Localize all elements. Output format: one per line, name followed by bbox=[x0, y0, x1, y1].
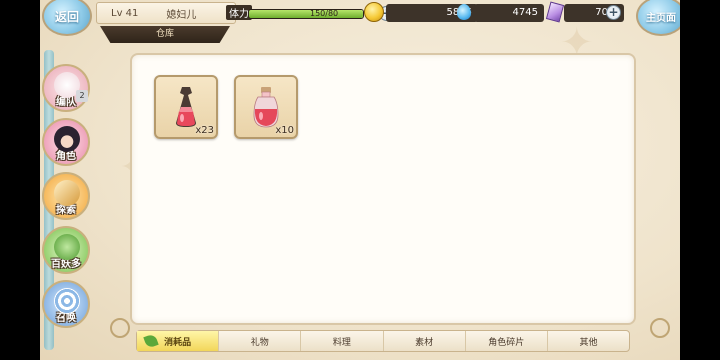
top-bar: 返回 Lv 41 媳妇儿 仓库 体力 150/80 + 5865 4745 70… bbox=[40, 0, 680, 43]
player-info: Lv 41 媳妇儿 bbox=[96, 2, 236, 24]
item-quantity: x10 bbox=[275, 125, 294, 136]
gold-coin-icon bbox=[364, 2, 384, 22]
inventory-slot[interactable]: x23 bbox=[154, 75, 218, 139]
sidebar-item-team[interactable]: 2 编队 bbox=[42, 64, 90, 112]
ticket-plus-icon[interactable]: + bbox=[606, 5, 621, 20]
tab-other[interactable]: 其他 bbox=[548, 331, 629, 351]
category-tabs: 消耗品 礼物 料理 素材 角色碎片 其他 bbox=[136, 330, 630, 352]
tab-label: 其他 bbox=[579, 337, 598, 348]
tab-materials[interactable]: 素材 bbox=[384, 331, 466, 351]
blue-gem-icon bbox=[457, 4, 471, 20]
gem-amount: 4745 bbox=[474, 4, 544, 22]
sidebar-item-explore[interactable]: 探索 bbox=[42, 172, 90, 220]
stamina-bar bbox=[248, 9, 364, 19]
sidebar-item-yokai[interactable]: 百妖多 bbox=[42, 226, 90, 274]
team-count-badge: 2 bbox=[76, 90, 88, 102]
home-button[interactable]: 主页面 bbox=[636, 0, 680, 36]
tab-label: 料理 bbox=[332, 337, 351, 348]
summon-swirl-icon bbox=[54, 288, 80, 314]
explore-map-icon bbox=[54, 180, 80, 206]
tab-character-shards[interactable]: 角色碎片 bbox=[466, 331, 548, 351]
tab-gifts[interactable]: 礼物 bbox=[219, 331, 302, 351]
game-screen: ✦ ✦ ✦ 返回 Lv 41 媳妇儿 仓库 体力 150/80 + 5865 4… bbox=[40, 0, 680, 360]
player-level: Lv 41 bbox=[111, 7, 139, 19]
corner-ornament-icon bbox=[110, 318, 130, 338]
corner-ornament-icon bbox=[650, 318, 670, 338]
back-button[interactable]: 返回 bbox=[42, 0, 92, 36]
red-potion-jar-icon bbox=[253, 87, 279, 128]
sidebar-item-summon[interactable]: 召唤 bbox=[42, 280, 90, 328]
screen-title: 仓库 bbox=[100, 26, 230, 43]
yokai-tent-icon bbox=[54, 234, 80, 260]
tab-label: 消耗品 bbox=[164, 337, 192, 348]
inventory-slot[interactable]: x10 bbox=[234, 75, 298, 139]
tab-label: 角色碎片 bbox=[488, 337, 525, 348]
back-button-label: 返回 bbox=[54, 9, 79, 24]
home-button-label: 主页面 bbox=[646, 12, 676, 24]
tab-label: 素材 bbox=[415, 337, 434, 348]
tab-consumables[interactable]: 消耗品 bbox=[137, 331, 220, 351]
player-name: 媳妇儿 bbox=[166, 9, 197, 21]
character-portrait-icon bbox=[54, 126, 80, 152]
tab-cooking[interactable]: 料理 bbox=[301, 331, 384, 351]
tab-label: 礼物 bbox=[250, 337, 269, 348]
side-menu: 2 编队 角色 探索 百妖多 召唤 bbox=[40, 40, 94, 360]
sidebar-item-character[interactable]: 角色 bbox=[42, 118, 90, 166]
leaf-icon bbox=[143, 333, 159, 349]
stamina-bar-fill bbox=[249, 10, 363, 18]
item-quantity: x23 bbox=[195, 125, 214, 136]
red-potion-flask-icon bbox=[176, 87, 196, 127]
stamina-value: 150/80 bbox=[310, 9, 339, 18]
inventory-panel: x23 x10 bbox=[130, 53, 636, 325]
summon-ticket-icon bbox=[545, 1, 565, 23]
